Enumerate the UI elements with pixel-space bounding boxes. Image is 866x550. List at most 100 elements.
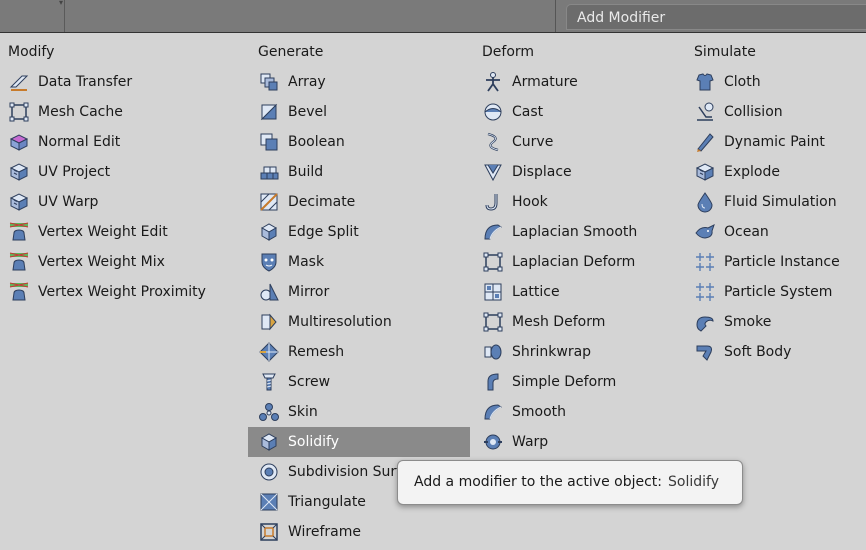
menu-item-soft-body[interactable]: Soft Body — [694, 337, 866, 367]
header-separator — [555, 0, 556, 32]
menu-item-normal-edit[interactable]: Normal Edit — [8, 127, 248, 157]
cast-icon — [482, 101, 504, 123]
cloth-icon — [694, 71, 716, 93]
menu-item-build[interactable]: Build — [258, 157, 480, 187]
menu-item-vertex-weight-edit[interactable]: Vertex Weight Edit — [8, 217, 248, 247]
skin-icon — [258, 401, 280, 423]
menu-item-label: Vertex Weight Proximity — [38, 284, 206, 300]
menu-item-label: Bevel — [288, 104, 328, 120]
menu-item-shrinkwrap[interactable]: Shrinkwrap — [482, 337, 694, 367]
menu-item-remesh[interactable]: Remesh — [258, 337, 480, 367]
menu-item-label: Mask — [288, 254, 325, 270]
mirror-icon — [258, 281, 280, 303]
menu-item-label: Decimate — [288, 194, 356, 210]
mesh-cache-icon — [8, 101, 30, 123]
menu-item-smooth[interactable]: Smooth — [482, 397, 694, 427]
menu-item-edge-split[interactable]: Edge Split — [258, 217, 480, 247]
column-header-deform: Deform — [482, 44, 535, 60]
triangulate-icon — [258, 491, 280, 513]
vertex-weight-icon — [8, 251, 30, 273]
tooltip: Add a modifier to the active object: Soli… — [397, 460, 743, 505]
menu-item-label: Smooth — [512, 404, 567, 420]
menu-item-solidify[interactable]: Solidify — [248, 427, 470, 457]
laplacian-smooth-icon — [482, 221, 504, 243]
menu-item-cloth[interactable]: Cloth — [694, 67, 866, 97]
menu-item-ocean[interactable]: Ocean — [694, 217, 866, 247]
menu-item-label: Multiresolution — [288, 314, 392, 330]
cursor-marker-icon: ▾ — [59, 0, 64, 7]
menu-item-hook[interactable]: Hook — [482, 187, 694, 217]
boolean-icon — [258, 131, 280, 153]
menu-item-curve[interactable]: Curve — [482, 127, 694, 157]
menu-item-screw[interactable]: Screw — [258, 367, 480, 397]
normal-edit-icon — [8, 131, 30, 153]
soft-body-icon — [694, 341, 716, 363]
explode-icon — [694, 161, 716, 183]
menu-item-warp[interactable]: Warp — [482, 427, 694, 457]
menu-item-explode[interactable]: Explode — [694, 157, 866, 187]
dynamic-paint-icon — [694, 131, 716, 153]
menu-item-lattice[interactable]: Lattice — [482, 277, 694, 307]
add-modifier-button[interactable]: Add Modifier — [566, 4, 866, 30]
menu-item-multiresolution[interactable]: Multiresolution — [258, 307, 480, 337]
bevel-icon — [258, 101, 280, 123]
menu-item-label: Curve — [512, 134, 554, 150]
menu-item-mask[interactable]: Mask — [258, 247, 480, 277]
menu-item-vertex-weight-proximity[interactable]: Vertex Weight Proximity — [8, 277, 248, 307]
menu-item-label: Smoke — [724, 314, 772, 330]
menu-item-label: Build — [288, 164, 324, 180]
decimate-icon — [258, 191, 280, 213]
menu-item-bevel[interactable]: Bevel — [258, 97, 480, 127]
menu-item-laplacian-smooth[interactable]: Laplacian Smooth — [482, 217, 694, 247]
menu-item-laplacian-deform[interactable]: Laplacian Deform — [482, 247, 694, 277]
laplacian-deform-icon — [482, 251, 504, 273]
curve-icon — [482, 131, 504, 153]
menu-item-uv-project[interactable]: UV Project — [8, 157, 248, 187]
menu-item-simple-deform[interactable]: Simple Deform — [482, 367, 694, 397]
menu-item-data-transfer[interactable]: Data Transfer — [8, 67, 248, 97]
menu-item-mirror[interactable]: Mirror — [258, 277, 480, 307]
menu-item-cast[interactable]: Cast — [482, 97, 694, 127]
menu-item-wireframe[interactable]: Wireframe — [258, 517, 480, 547]
menu-item-label: Soft Body — [724, 344, 792, 360]
menu-item-label: UV Warp — [38, 194, 99, 210]
menu-item-fluid-simulation[interactable]: Fluid Simulation — [694, 187, 866, 217]
menu-item-label: Mesh Deform — [512, 314, 606, 330]
menu-item-collision[interactable]: Collision — [694, 97, 866, 127]
array-icon — [258, 71, 280, 93]
vertex-weight-icon — [8, 281, 30, 303]
menu-item-label: Mesh Cache — [38, 104, 123, 120]
column-header-simulate: Simulate — [694, 44, 756, 60]
menu-item-mesh-deform[interactable]: Mesh Deform — [482, 307, 694, 337]
solidify-icon — [258, 431, 280, 453]
menu-item-label: Warp — [512, 434, 549, 450]
menu-item-displace[interactable]: Displace — [482, 157, 694, 187]
menu-item-label: Vertex Weight Edit — [38, 224, 168, 240]
menu-item-label: Normal Edit — [38, 134, 121, 150]
fluid-icon — [694, 191, 716, 213]
top-bar: ▾ Add Modifier — [0, 0, 866, 33]
subdivision-icon — [258, 461, 280, 483]
menu-item-smoke[interactable]: Smoke — [694, 307, 866, 337]
menu-item-vertex-weight-mix[interactable]: Vertex Weight Mix — [8, 247, 248, 277]
menu-item-particle-instance[interactable]: Particle Instance — [694, 247, 866, 277]
menu-item-label: Fluid Simulation — [724, 194, 837, 210]
menu-item-label: Lattice — [512, 284, 560, 300]
menu-item-mesh-cache[interactable]: Mesh Cache — [8, 97, 248, 127]
menu-item-label: Screw — [288, 374, 331, 390]
uv-warp-icon — [8, 191, 30, 213]
menu-item-uv-warp[interactable]: UV Warp — [8, 187, 248, 217]
menu-item-array[interactable]: Array — [258, 67, 480, 97]
menu-item-dynamic-paint[interactable]: Dynamic Paint — [694, 127, 866, 157]
menu-item-particle-system[interactable]: Particle System — [694, 277, 866, 307]
menu-item-decimate[interactable]: Decimate — [258, 187, 480, 217]
tooltip-text: Add a modifier to the active object: — [414, 474, 662, 490]
menu-item-label: Edge Split — [288, 224, 359, 240]
menu-item-label: Skin — [288, 404, 318, 420]
warp-icon — [482, 431, 504, 453]
menu-item-label: UV Project — [38, 164, 111, 180]
menu-item-boolean[interactable]: Boolean — [258, 127, 480, 157]
menu-item-armature[interactable]: Armature — [482, 67, 694, 97]
smooth-icon — [482, 401, 504, 423]
menu-item-skin[interactable]: Skin — [258, 397, 480, 427]
